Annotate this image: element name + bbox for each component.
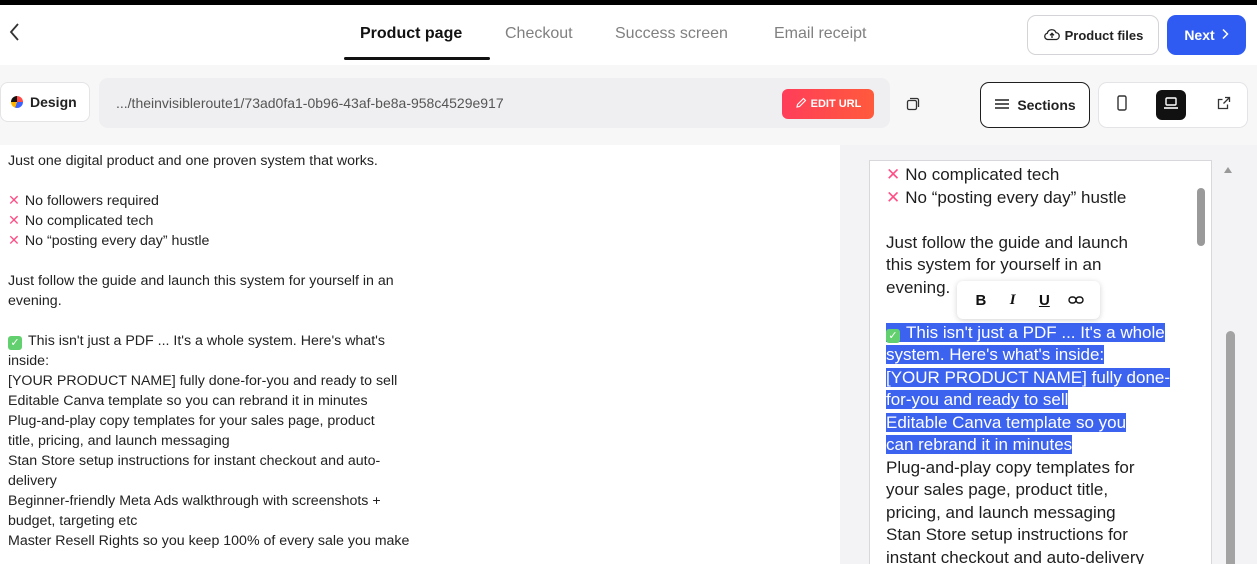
preview-content: ✕ No complicated tech ✕ No “posting every … <box>886 164 1186 564</box>
page-scrollbar-thumb[interactable] <box>1226 331 1235 564</box>
selected-line: system. Here's what's inside: <box>886 345 1105 364</box>
page: Product page Checkout Success screen Ema… <box>0 0 1257 564</box>
editor-line: inside: <box>8 353 50 369</box>
link-icon[interactable] <box>1064 292 1088 309</box>
back-icon[interactable] <box>8 21 28 45</box>
italic-button[interactable]: I <box>1001 292 1025 309</box>
editor-line: evening. <box>8 293 62 309</box>
preview-line: Just follow the guide and launch <box>886 232 1128 252</box>
preview-line: pricing, and launch messaging <box>886 502 1116 522</box>
product-files-label: Product files <box>1064 27 1144 43</box>
preview-line: this system for yourself in an <box>886 255 1102 274</box>
page-url: .../theinvisibleroute1/73ad0fa1-0b96-43a… <box>116 95 504 111</box>
design-label: Design <box>30 94 77 110</box>
design-button[interactable]: Design <box>0 82 90 122</box>
menu-lines-icon <box>994 97 1010 113</box>
preview-line: instant checkout and auto-delivery <box>886 547 1144 564</box>
editor-line: Stan Store setup instructions for instan… <box>8 453 381 469</box>
copy-icon[interactable] <box>906 97 920 111</box>
editor-line: budget, targeting etc <box>8 513 138 529</box>
x-mark-icon: ✕ <box>886 187 901 207</box>
upload-cloud-icon <box>1043 27 1061 44</box>
checkbox-icon: ✓ <box>886 328 900 343</box>
app-window: Product page Checkout Success screen Ema… <box>0 5 1257 564</box>
format-toolbar: B I U <box>957 281 1100 319</box>
x-mark-icon: ✕ <box>8 233 20 249</box>
selected-line: can rebrand it in minutes <box>886 435 1073 454</box>
editor-line: ✕ No followers required <box>8 193 159 209</box>
editor-line: ✓ This isn't just a PDF ... It's a whole … <box>8 331 840 351</box>
selected-line: for-you and ready to sell <box>886 390 1069 409</box>
preview-line: your sales page, product title, <box>886 480 1109 499</box>
editor-line: Editable Canva template so you can rebra… <box>8 393 368 409</box>
laptop-icon <box>1163 96 1179 115</box>
pencil-icon <box>795 97 807 112</box>
color-palette-icon <box>11 96 23 108</box>
preview-line: ✕ No “posting every day” hustle <box>886 187 1127 207</box>
mobile-icon <box>1116 94 1128 116</box>
x-mark-icon: ✕ <box>8 193 20 209</box>
preview-line: Plug-and-play copy templates for <box>886 457 1135 477</box>
editor-line: Just follow the guide and launch this sy… <box>8 273 394 289</box>
next-button[interactable]: Next <box>1167 15 1246 55</box>
preview-frame[interactable]: ✕ No complicated tech ✕ No “posting every … <box>869 160 1212 564</box>
chevron-right-icon <box>1221 27 1229 43</box>
editor-line: Plug-and-play copy templates for your sa… <box>8 413 375 429</box>
edit-url-label: EDIT URL <box>810 98 862 110</box>
mobile-view-button[interactable] <box>1107 90 1137 120</box>
sections-button[interactable]: Sections <box>980 82 1090 128</box>
editor-line: [YOUR PRODUCT NAME] fully done-for-you a… <box>8 373 398 389</box>
top-navigation: Product page Checkout Success screen Ema… <box>0 5 1257 65</box>
x-mark-icon: ✕ <box>8 213 20 229</box>
bold-button[interactable]: B <box>969 292 993 309</box>
tab-email-receipt[interactable]: Email receipt <box>774 25 866 43</box>
selected-line: Editable Canva template so you <box>886 412 1127 432</box>
product-files-button[interactable]: Product files <box>1027 15 1159 55</box>
preview-scrollbar[interactable] <box>1197 188 1205 246</box>
open-preview-button[interactable] <box>1209 90 1239 120</box>
checkbox-icon: ✓ <box>8 336 22 350</box>
selected-line: [YOUR PRODUCT NAME] fully done- <box>886 367 1171 387</box>
editor-line: Master Resell Rights so you keep 100% of… <box>8 533 410 549</box>
editor-line: title, pricing, and launch messaging <box>8 433 230 449</box>
editor-toolbar: Design .../theinvisibleroute1/73ad0fa1-0… <box>0 73 1257 135</box>
tab-checkout[interactable]: Checkout <box>505 25 573 43</box>
next-label: Next <box>1184 27 1215 43</box>
x-mark-icon: ✕ <box>886 165 901 184</box>
sections-label: Sections <box>1017 97 1076 113</box>
edit-url-button[interactable]: EDIT URL <box>782 89 874 119</box>
active-tab-indicator <box>344 57 490 60</box>
editor-line: Beginner-friendly Meta Ads walkthrough w… <box>8 493 381 509</box>
scroll-up-icon[interactable] <box>1224 167 1232 173</box>
device-toggle-group <box>1098 82 1248 128</box>
tab-product-page[interactable]: Product page <box>360 25 462 43</box>
selected-line: ✓ This isn't just a PDF ... It's a whole <box>886 322 1186 345</box>
text-editor[interactable]: Just one digital product and one proven … <box>0 145 840 564</box>
preview-line: Stan Store setup instructions for <box>886 525 1128 544</box>
preview-line: ✕ No complicated tech <box>886 165 1060 184</box>
editor-line: ✕ No “posting every day” hustle <box>8 233 210 249</box>
editor-line: ✕ No complicated tech <box>8 213 154 229</box>
underline-button[interactable]: U <box>1032 292 1056 309</box>
tab-success-screen[interactable]: Success screen <box>615 25 728 43</box>
editor-line: delivery <box>8 473 57 489</box>
url-bar: .../theinvisibleroute1/73ad0fa1-0b96-43a… <box>99 78 890 128</box>
external-link-icon <box>1217 96 1231 115</box>
desktop-view-button[interactable] <box>1156 90 1186 120</box>
editor-line: Just one digital product and one proven … <box>8 153 378 169</box>
